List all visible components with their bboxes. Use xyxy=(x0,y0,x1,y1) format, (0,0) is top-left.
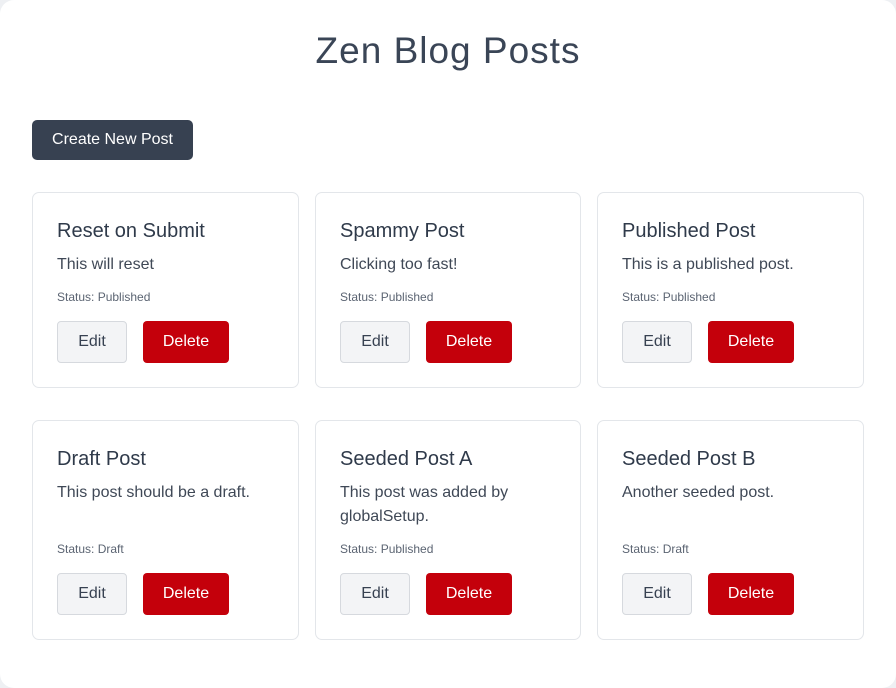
edit-button[interactable]: Edit xyxy=(57,321,127,363)
delete-button[interactable]: Delete xyxy=(708,573,794,615)
post-card: Draft Post This post should be a draft. … xyxy=(32,420,299,640)
post-body: This post should be a draft. xyxy=(57,484,250,501)
post-body: This will reset xyxy=(57,256,154,273)
post-status: Status: Draft xyxy=(622,542,689,556)
post-title: Seeded Post A xyxy=(340,448,473,470)
post-card: Published Post This is a published post.… xyxy=(597,192,864,388)
post-status: Status: Published xyxy=(57,290,151,304)
post-card: Seeded Post B Another seeded post. Statu… xyxy=(597,420,864,640)
delete-button[interactable]: Delete xyxy=(426,321,512,363)
post-status: Status: Published xyxy=(340,290,434,304)
post-card: Seeded Post A This post was added by glo… xyxy=(315,420,581,640)
edit-button[interactable]: Edit xyxy=(622,321,692,363)
post-card: Spammy Post Clicking too fast! Status: P… xyxy=(315,192,581,388)
post-body: This post was added by globalSetup. xyxy=(340,484,509,525)
post-actions: Edit Delete xyxy=(622,321,794,363)
post-card: Reset on Submit This will reset Status: … xyxy=(32,192,299,388)
create-new-post-button[interactable]: Create New Post xyxy=(32,120,193,160)
post-actions: Edit Delete xyxy=(57,321,229,363)
post-status: Status: Published xyxy=(622,290,716,304)
page-title: Zen Blog Posts xyxy=(315,30,581,71)
post-body: Clicking too fast! xyxy=(340,256,458,273)
post-title: Published Post xyxy=(622,220,756,242)
app-panel: Zen Blog Posts Create New Post Reset on … xyxy=(0,0,896,688)
post-actions: Edit Delete xyxy=(340,573,512,615)
post-actions: Edit Delete xyxy=(340,321,512,363)
post-status: Status: Draft xyxy=(57,542,124,556)
delete-button[interactable]: Delete xyxy=(426,573,512,615)
delete-button[interactable]: Delete xyxy=(143,573,229,615)
post-body: Another seeded post. xyxy=(622,484,775,501)
post-title: Spammy Post xyxy=(340,220,465,242)
delete-button[interactable]: Delete xyxy=(708,321,794,363)
post-body: This is a published post. xyxy=(622,256,794,273)
post-actions: Edit Delete xyxy=(57,573,229,615)
post-grid: Reset on Submit This will reset Status: … xyxy=(32,192,864,640)
delete-button[interactable]: Delete xyxy=(143,321,229,363)
edit-button[interactable]: Edit xyxy=(340,573,410,615)
post-status: Status: Published xyxy=(340,542,434,556)
post-title: Draft Post xyxy=(57,448,146,470)
post-title: Reset on Submit xyxy=(57,220,205,242)
post-title: Seeded Post B xyxy=(622,448,756,470)
edit-button[interactable]: Edit xyxy=(622,573,692,615)
edit-button[interactable]: Edit xyxy=(340,321,410,363)
post-actions: Edit Delete xyxy=(622,573,794,615)
edit-button[interactable]: Edit xyxy=(57,573,127,615)
